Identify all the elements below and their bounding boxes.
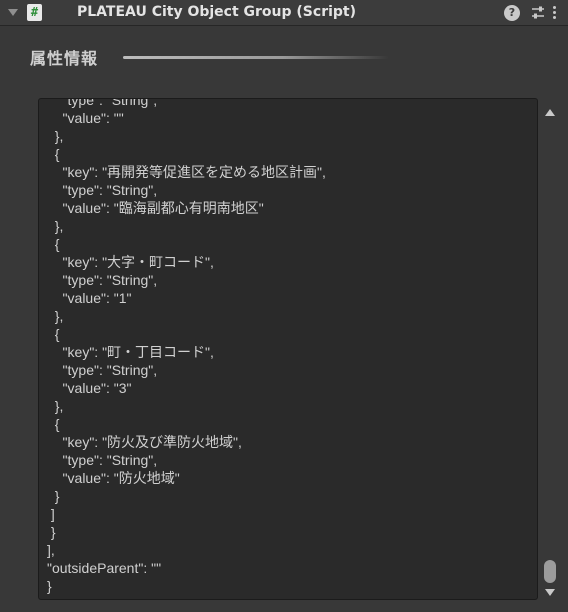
kebab-menu-icon[interactable] xyxy=(551,5,557,21)
section-title: 属性情報 xyxy=(30,49,99,68)
foldout-triangle-icon[interactable] xyxy=(8,9,18,16)
scrollbar-thumb[interactable] xyxy=(544,560,556,583)
scroll-down-arrow-icon[interactable] xyxy=(545,589,555,596)
scroll-up-arrow-icon[interactable] xyxy=(545,109,555,116)
component-header[interactable]: # PLATEAU City Object Group (Script) ? xyxy=(0,0,568,26)
help-icon[interactable]: ? xyxy=(504,5,520,21)
section-divider xyxy=(123,56,389,59)
script-icon: # xyxy=(27,4,42,21)
component-title: PLATEAU City Object Group (Script) xyxy=(77,4,357,20)
sliders-icon xyxy=(532,6,544,19)
attributes-json-text: "type": "String", "value": "" }, { "key"… xyxy=(47,98,326,594)
preset-sliders-icon[interactable] xyxy=(530,5,546,21)
attributes-json-textarea[interactable]: "type": "String", "value": "" }, { "key"… xyxy=(38,98,538,600)
